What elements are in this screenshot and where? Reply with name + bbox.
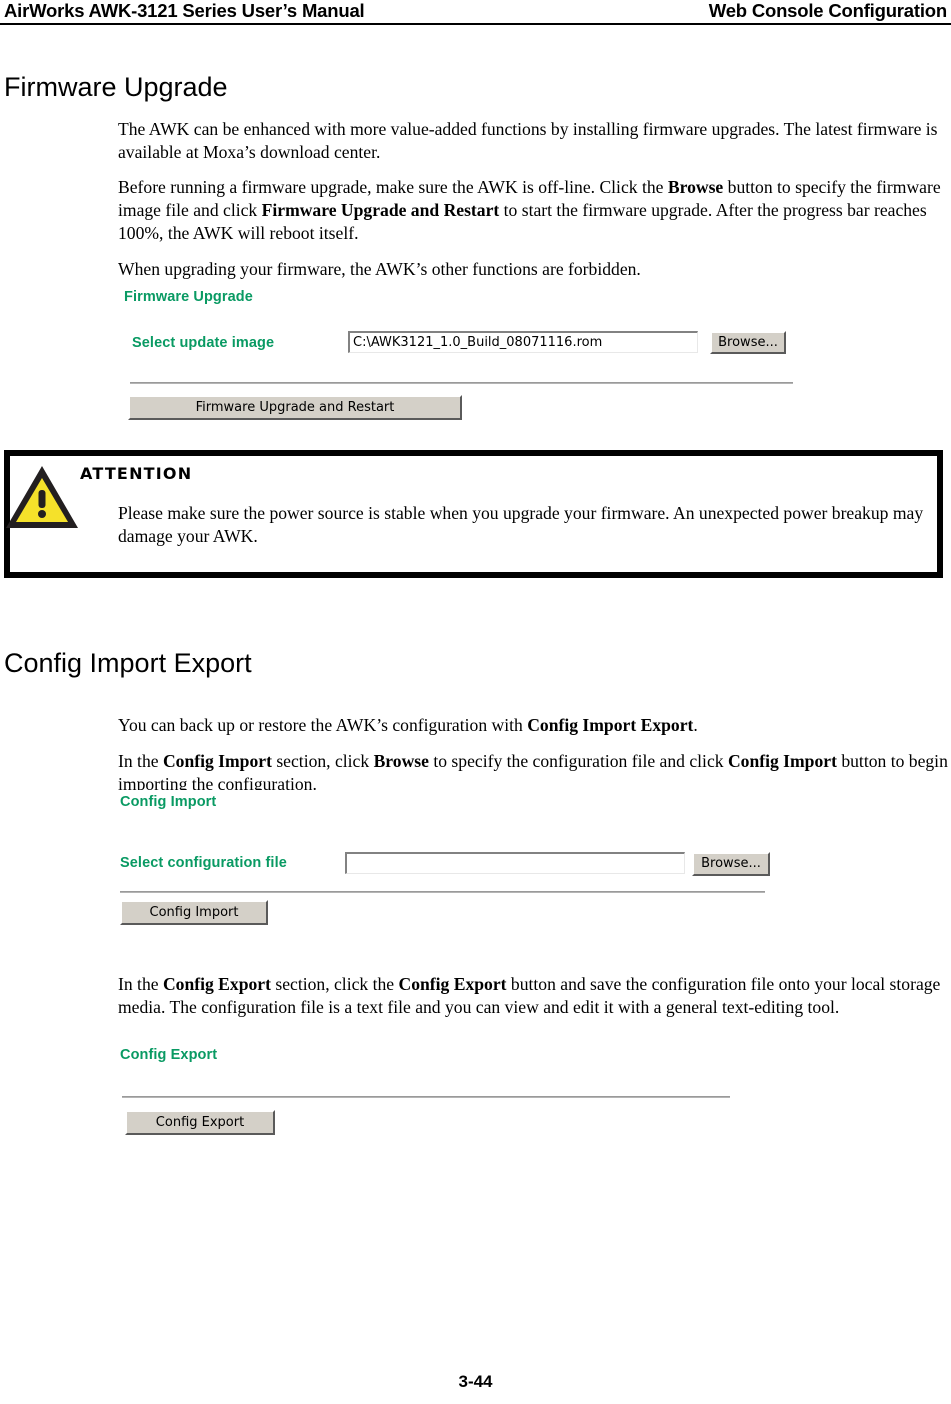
label-select-configuration-file: Select configuration file (120, 855, 287, 871)
label-select-update-image: Select update image (132, 335, 275, 351)
paragraph-firmware-warning: When upgrading your firmware, the AWK’s … (118, 258, 641, 279)
panel-title-config-export: Config Export (120, 1047, 218, 1063)
paragraph-firmware-intro: The AWK can be enhanced with more value-… (118, 118, 938, 162)
chapter-title: Web Console Configuration (708, 0, 947, 21)
page-title-firmware-upgrade: Firmware Upgrade (4, 72, 228, 103)
config-import-button[interactable]: Config Import (120, 900, 268, 925)
firmware-file-input[interactable]: C:\AWK3121_1.0_Build_08071116.rom (348, 331, 698, 353)
paragraph-firmware-steps: Before running a firmware upgrade, make … (118, 176, 941, 244)
page-running-header: AirWorks AWK-3121 Series User’s Manual W… (0, 0, 951, 26)
config-import-console-panel: Config Import Select configuration file … (110, 790, 810, 930)
manual-title: AirWorks AWK-3121 Series User’s Manual (4, 0, 365, 21)
config-import-panel-divider (120, 891, 765, 893)
firmware-browse-button[interactable]: Browse... (710, 331, 786, 354)
header-divider (0, 23, 951, 25)
page-title-config-import-export: Config Import Export (4, 648, 252, 679)
attention-title: ATTENTION (80, 464, 193, 483)
paragraph-config-intro: You can back up or restore the AWK’s con… (118, 714, 698, 735)
config-export-button[interactable]: Config Export (125, 1110, 275, 1135)
attention-body-text: Please make sure the power source is sta… (118, 503, 924, 547)
config-export-console-panel: Config Export Config Export (110, 1043, 810, 1153)
paragraph-config-export-steps: In the Config Export section, click the … (118, 973, 941, 1017)
firmware-panel-divider (130, 382, 793, 384)
firmware-upgrade-console-panel: Firmware Upgrade Select update image C:\… (118, 285, 818, 425)
firmware-upgrade-and-restart-button[interactable]: Firmware Upgrade and Restart (128, 395, 462, 420)
config-import-file-input[interactable] (345, 852, 685, 874)
page-number-footer: 3-44 (458, 1372, 493, 1391)
panel-title-firmware-upgrade: Firmware Upgrade (124, 289, 253, 305)
config-import-browse-button[interactable]: Browse... (692, 852, 770, 876)
warning-triangle-icon (4, 464, 80, 530)
panel-title-config-import: Config Import (120, 794, 217, 810)
config-export-panel-divider (122, 1096, 730, 1098)
